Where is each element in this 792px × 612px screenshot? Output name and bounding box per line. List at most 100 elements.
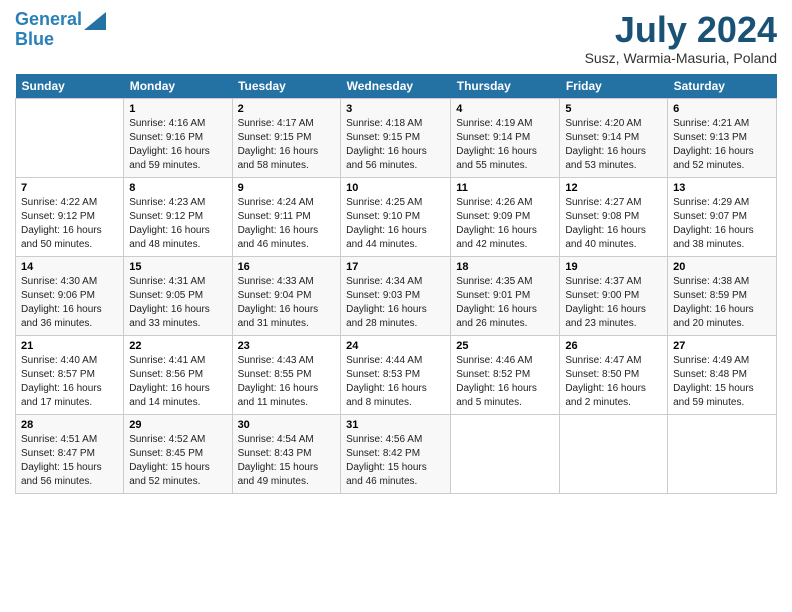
day-number: 13 <box>673 182 771 194</box>
day-info: Sunrise: 4:52 AM Sunset: 8:45 PM Dayligh… <box>129 434 210 487</box>
calendar-cell: 20 Sunrise: 4:38 AM Sunset: 8:59 PM Dayli… <box>668 256 777 335</box>
day-number: 28 <box>21 419 118 431</box>
day-info: Sunrise: 4:19 AM Sunset: 9:14 PM Dayligh… <box>456 118 537 171</box>
day-info: Sunrise: 4:22 AM Sunset: 9:12 PM Dayligh… <box>21 197 102 250</box>
day-info: Sunrise: 4:34 AM Sunset: 9:03 PM Dayligh… <box>346 276 427 329</box>
day-number: 11 <box>456 182 554 194</box>
day-number: 14 <box>21 261 118 273</box>
day-info: Sunrise: 4:43 AM Sunset: 8:55 PM Dayligh… <box>238 355 319 408</box>
calendar-cell: 23 Sunrise: 4:43 AM Sunset: 8:55 PM Dayli… <box>232 335 341 414</box>
weekday-header-friday: Friday <box>560 74 668 99</box>
week-row-1: 1 Sunrise: 4:16 AM Sunset: 9:16 PM Daylig… <box>16 98 777 177</box>
calendar-cell: 24 Sunrise: 4:44 AM Sunset: 8:53 PM Dayli… <box>341 335 451 414</box>
day-number: 20 <box>673 261 771 273</box>
calendar-cell <box>560 414 668 493</box>
day-number: 29 <box>129 419 226 431</box>
logo-icon <box>84 12 106 30</box>
weekday-header-saturday: Saturday <box>668 74 777 99</box>
day-info: Sunrise: 4:51 AM Sunset: 8:47 PM Dayligh… <box>21 434 102 487</box>
day-info: Sunrise: 4:56 AM Sunset: 8:42 PM Dayligh… <box>346 434 427 487</box>
day-info: Sunrise: 4:18 AM Sunset: 9:15 PM Dayligh… <box>346 118 427 171</box>
day-number: 18 <box>456 261 554 273</box>
day-number: 1 <box>129 103 226 115</box>
day-info: Sunrise: 4:23 AM Sunset: 9:12 PM Dayligh… <box>129 197 210 250</box>
day-info: Sunrise: 4:46 AM Sunset: 8:52 PM Dayligh… <box>456 355 537 408</box>
week-row-4: 21Sunrise: 4:40 AM Sunset: 8:57 PM Dayli… <box>16 335 777 414</box>
logo-text: General Blue <box>15 10 82 50</box>
page-container: General Blue July 2024 Susz, Warmia-Masu… <box>0 0 792 504</box>
calendar-cell: 30 Sunrise: 4:54 AM Sunset: 8:43 PM Dayli… <box>232 414 341 493</box>
calendar-cell: 21Sunrise: 4:40 AM Sunset: 8:57 PM Dayli… <box>16 335 124 414</box>
calendar-cell: 29 Sunrise: 4:52 AM Sunset: 8:45 PM Dayli… <box>124 414 232 493</box>
day-number: 22 <box>129 340 226 352</box>
calendar-cell: 26Sunrise: 4:47 AM Sunset: 8:50 PM Dayli… <box>560 335 668 414</box>
calendar-cell: 17Sunrise: 4:34 AM Sunset: 9:03 PM Dayli… <box>341 256 451 335</box>
day-number: 16 <box>238 261 336 273</box>
day-info: Sunrise: 4:29 AM Sunset: 9:07 PM Dayligh… <box>673 197 754 250</box>
weekday-header-thursday: Thursday <box>451 74 560 99</box>
day-number: 7 <box>21 182 118 194</box>
calendar-cell: 14 Sunrise: 4:30 AM Sunset: 9:06 PM Dayli… <box>16 256 124 335</box>
day-info: Sunrise: 4:20 AM Sunset: 9:14 PM Dayligh… <box>565 118 646 171</box>
day-number: 9 <box>238 182 336 194</box>
day-info: Sunrise: 4:26 AM Sunset: 9:09 PM Dayligh… <box>456 197 537 250</box>
day-number: 23 <box>238 340 336 352</box>
calendar-cell <box>16 98 124 177</box>
calendar-cell: 16Sunrise: 4:33 AM Sunset: 9:04 PM Dayli… <box>232 256 341 335</box>
calendar-cell: 5 Sunrise: 4:20 AM Sunset: 9:14 PM Daylig… <box>560 98 668 177</box>
day-info: Sunrise: 4:38 AM Sunset: 8:59 PM Dayligh… <box>673 276 754 329</box>
day-info: Sunrise: 4:41 AM Sunset: 8:56 PM Dayligh… <box>129 355 210 408</box>
day-number: 6 <box>673 103 771 115</box>
calendar-cell: 27Sunrise: 4:49 AM Sunset: 8:48 PM Dayli… <box>668 335 777 414</box>
month-title: July 2024 <box>585 10 777 50</box>
weekday-header-tuesday: Tuesday <box>232 74 341 99</box>
calendar-cell: 15Sunrise: 4:31 AM Sunset: 9:05 PM Dayli… <box>124 256 232 335</box>
day-number: 30 <box>238 419 336 431</box>
calendar-cell: 12Sunrise: 4:27 AM Sunset: 9:08 PM Dayli… <box>560 177 668 256</box>
day-info: Sunrise: 4:47 AM Sunset: 8:50 PM Dayligh… <box>565 355 646 408</box>
calendar-cell: 8 Sunrise: 4:23 AM Sunset: 9:12 PM Daylig… <box>124 177 232 256</box>
day-info: Sunrise: 4:17 AM Sunset: 9:15 PM Dayligh… <box>238 118 319 171</box>
day-info: Sunrise: 4:54 AM Sunset: 8:43 PM Dayligh… <box>238 434 319 487</box>
day-number: 24 <box>346 340 445 352</box>
day-number: 19 <box>565 261 662 273</box>
calendar-cell: 25 Sunrise: 4:46 AM Sunset: 8:52 PM Dayli… <box>451 335 560 414</box>
calendar-cell: 11 Sunrise: 4:26 AM Sunset: 9:09 PM Dayli… <box>451 177 560 256</box>
day-number: 4 <box>456 103 554 115</box>
calendar-cell: 6 Sunrise: 4:21 AM Sunset: 9:13 PM Daylig… <box>668 98 777 177</box>
calendar-cell: 10 Sunrise: 4:25 AM Sunset: 9:10 PM Dayli… <box>341 177 451 256</box>
day-number: 8 <box>129 182 226 194</box>
day-number: 15 <box>129 261 226 273</box>
calendar-cell: 4 Sunrise: 4:19 AM Sunset: 9:14 PM Daylig… <box>451 98 560 177</box>
calendar-cell: 31Sunrise: 4:56 AM Sunset: 8:42 PM Dayli… <box>341 414 451 493</box>
day-number: 5 <box>565 103 662 115</box>
day-info: Sunrise: 4:25 AM Sunset: 9:10 PM Dayligh… <box>346 197 427 250</box>
day-info: Sunrise: 4:49 AM Sunset: 8:48 PM Dayligh… <box>673 355 754 408</box>
calendar-cell <box>451 414 560 493</box>
week-row-2: 7 Sunrise: 4:22 AM Sunset: 9:12 PM Daylig… <box>16 177 777 256</box>
calendar-table: SundayMondayTuesdayWednesdayThursdayFrid… <box>15 74 777 494</box>
day-number: 21 <box>21 340 118 352</box>
day-info: Sunrise: 4:35 AM Sunset: 9:01 PM Dayligh… <box>456 276 537 329</box>
day-number: 2 <box>238 103 336 115</box>
title-block: July 2024 Susz, Warmia-Masuria, Poland <box>585 10 777 66</box>
day-number: 10 <box>346 182 445 194</box>
logo: General Blue <box>15 10 106 50</box>
calendar-cell: 28 Sunrise: 4:51 AM Sunset: 8:47 PM Dayli… <box>16 414 124 493</box>
day-number: 3 <box>346 103 445 115</box>
calendar-cell: 19Sunrise: 4:37 AM Sunset: 9:00 PM Dayli… <box>560 256 668 335</box>
location: Susz, Warmia-Masuria, Poland <box>585 50 777 66</box>
day-info: Sunrise: 4:16 AM Sunset: 9:16 PM Dayligh… <box>129 118 210 171</box>
header: General Blue July 2024 Susz, Warmia-Masu… <box>15 10 777 66</box>
weekday-header-sunday: Sunday <box>16 74 124 99</box>
day-info: Sunrise: 4:44 AM Sunset: 8:53 PM Dayligh… <box>346 355 427 408</box>
day-info: Sunrise: 4:27 AM Sunset: 9:08 PM Dayligh… <box>565 197 646 250</box>
day-number: 25 <box>456 340 554 352</box>
calendar-cell: 7 Sunrise: 4:22 AM Sunset: 9:12 PM Daylig… <box>16 177 124 256</box>
weekday-header-monday: Monday <box>124 74 232 99</box>
day-info: Sunrise: 4:21 AM Sunset: 9:13 PM Dayligh… <box>673 118 754 171</box>
week-row-5: 28 Sunrise: 4:51 AM Sunset: 8:47 PM Dayli… <box>16 414 777 493</box>
calendar-cell: 1 Sunrise: 4:16 AM Sunset: 9:16 PM Daylig… <box>124 98 232 177</box>
calendar-cell: 3 Sunrise: 4:18 AM Sunset: 9:15 PM Daylig… <box>341 98 451 177</box>
day-info: Sunrise: 4:30 AM Sunset: 9:06 PM Dayligh… <box>21 276 102 329</box>
